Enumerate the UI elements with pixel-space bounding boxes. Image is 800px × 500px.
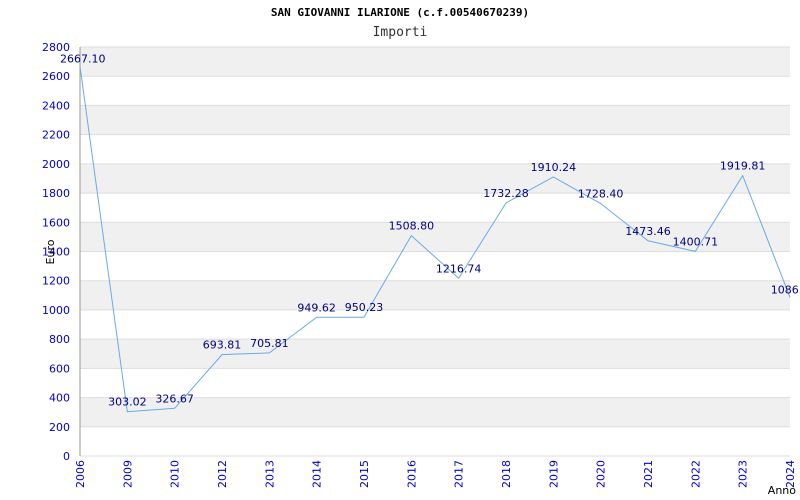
data-label: 950.23 [345, 301, 384, 314]
y-tick-label: 200 [49, 421, 70, 434]
y-tick-label: 2400 [42, 99, 70, 112]
y-tick-label: 800 [49, 333, 70, 346]
grid-band [80, 163, 790, 194]
data-label: 326.67 [155, 392, 194, 405]
y-tick-label: 1200 [42, 275, 70, 288]
y-tick-label: 600 [49, 362, 70, 375]
data-label: 1216.74 [436, 262, 482, 275]
y-tick-label: 1600 [42, 216, 70, 229]
data-label: 693.81 [203, 339, 242, 352]
data-label: 303.02 [108, 396, 147, 409]
y-tick-label: 0 [63, 450, 70, 463]
x-tick-label: 2015 [358, 460, 371, 488]
y-tick-label: 1000 [42, 304, 70, 317]
x-tick-label: 2022 [689, 460, 702, 488]
grid-band [80, 105, 790, 135]
y-tick-label: 2000 [42, 158, 70, 171]
x-tick-label: 2014 [311, 460, 324, 488]
x-tick-label: 2017 [453, 460, 466, 488]
x-axis-title: Anno [768, 484, 796, 497]
y-tick-label: 2200 [42, 129, 70, 142]
data-label: 949.62 [297, 301, 336, 314]
data-label: 1508.80 [389, 220, 435, 233]
y-axis-title: Euro [44, 239, 57, 264]
x-tick-labels: 2006 2009 2010 2012 2013 2014 2015 2016 2017 2018… [74, 460, 797, 488]
x-tick-label: 2013 [263, 460, 276, 488]
x-tick-label: 2006 [74, 460, 87, 488]
grid-band [80, 339, 790, 369]
data-label: 1400.71 [673, 235, 719, 248]
x-tick-label: 2009 [121, 460, 134, 488]
x-tick-label: 2018 [500, 460, 513, 488]
chart-plot: 0200400600800100012001400160018002000220… [42, 41, 800, 497]
x-tick-label: 2010 [169, 460, 182, 488]
y-tick-label: 1800 [42, 187, 70, 200]
data-label: 705.81 [250, 337, 289, 350]
y-tick-label: 2600 [42, 70, 70, 83]
data-label: 1910.24 [531, 161, 577, 174]
grid-band [80, 47, 790, 77]
data-label: 1473.46 [625, 225, 671, 238]
x-tick-label: 2021 [642, 460, 655, 488]
y-tick-label: 400 [49, 392, 70, 405]
grid-band [80, 280, 790, 310]
x-tick-label: 2019 [547, 460, 560, 488]
data-label: 1919.81 [720, 160, 766, 173]
x-tick-label: 2020 [595, 460, 608, 488]
data-label: 2667.10 [60, 52, 106, 65]
x-tick-label: 2023 [737, 460, 750, 488]
data-label: 1086.1 [771, 283, 800, 296]
data-label: 1732.28 [483, 187, 529, 200]
x-tick-label: 2016 [405, 460, 418, 488]
data-label: 1728.40 [578, 188, 624, 201]
x-tick-label: 2012 [216, 460, 229, 488]
